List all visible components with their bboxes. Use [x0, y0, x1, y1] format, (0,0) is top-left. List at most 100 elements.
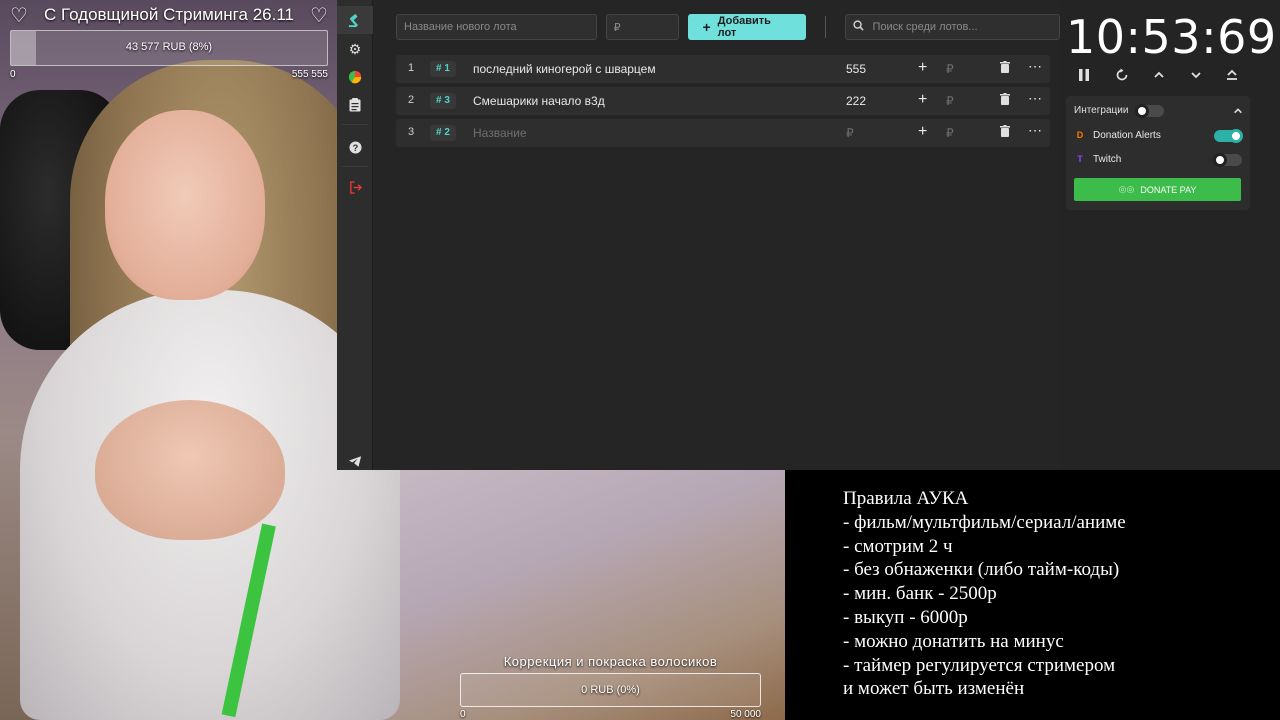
rules-title: Правила АУКА: [843, 488, 969, 509]
integrations-header: Интеграции: [1074, 105, 1129, 116]
trash-icon[interactable]: [1000, 125, 1010, 140]
goal-progress-label: 0 RUB (0%): [581, 684, 640, 696]
auction-app: ⚙ ? Название нового лота ₽ + Добавить ло…: [337, 0, 1060, 470]
rules-line: - можно донатить на минус: [843, 630, 1064, 652]
donate-pay-icon: ◎◎: [1118, 184, 1135, 194]
telegram-icon[interactable]: [337, 447, 373, 475]
svg-text:?: ?: [352, 142, 358, 152]
integrations-panel: Интеграции D Donation Alerts T Twitch ◎◎ …: [1066, 96, 1250, 210]
lot-name[interactable]: последний киногерой с шварцем: [473, 62, 656, 76]
double-chevron-up-icon[interactable]: [1226, 68, 1238, 87]
goal-min: 0: [10, 69, 16, 80]
integrations-toggle[interactable]: [1135, 104, 1164, 118]
lot-id-tag: # 1: [430, 61, 456, 77]
add-amount-input[interactable]: ₽: [946, 62, 954, 76]
hash-icon: #: [436, 95, 442, 106]
pause-icon[interactable]: [1078, 68, 1090, 87]
streamer-face: [105, 110, 265, 300]
more-options-icon[interactable]: ⋯: [1028, 90, 1043, 107]
integration-toggle[interactable]: [1213, 153, 1242, 167]
goal-progress-bar: 0 RUB (0%): [460, 673, 761, 707]
search-lots-input[interactable]: Поиск среди лотов...: [845, 14, 1060, 40]
sidebar: ⚙ ?: [337, 0, 373, 470]
goal-max: 50 000: [730, 709, 761, 720]
chevron-up-icon[interactable]: [1153, 68, 1165, 87]
lot-name[interactable]: Смешарики начало в3д: [473, 94, 605, 108]
integration-name: Donation Alerts: [1093, 129, 1161, 141]
integration-item: T Twitch: [1074, 153, 1121, 165]
more-options-icon[interactable]: ⋯: [1028, 122, 1043, 139]
lot-id: 1: [444, 63, 450, 74]
lot-name[interactable]: Название: [473, 126, 527, 140]
sidebar-divider: [342, 124, 368, 125]
twitch-icon: T: [1077, 154, 1083, 164]
goal-title: С Годовщиной Стриминга 26.11: [44, 5, 294, 24]
goal-max: 555 555: [291, 69, 328, 80]
lot-toolbar: Название нового лота ₽ + Добавить лот По…: [396, 14, 1060, 40]
gavel-icon[interactable]: [337, 6, 373, 34]
hash-icon: #: [436, 127, 442, 138]
donation-alerts-icon: D: [1076, 130, 1084, 140]
plus-icon[interactable]: +: [918, 59, 927, 77]
lot-list: 1 # 1 последний киногерой с шварцем 555 …: [396, 55, 1050, 151]
lot-amount[interactable]: 555: [846, 62, 866, 76]
lot-row[interactable]: 2 # 3 Смешарики начало в3д 222 + ₽ ⋯: [396, 87, 1050, 115]
clipboard-icon[interactable]: [337, 91, 373, 119]
integration-toggle[interactable]: [1214, 129, 1243, 143]
integration-name: Twitch: [1093, 153, 1122, 165]
goal-widget-bottom: Коррекция и покраска волосиков 0 RUB (0%…: [460, 654, 761, 720]
goal-title: Коррекция и покраска волосиков: [503, 654, 718, 669]
goal-widget-top: ♡ С Годовщиной Стриминга 26.11 ♡ 43 577 …: [10, 4, 328, 80]
goal-progress-bar: 43 577 RUB (8%): [10, 30, 328, 66]
add-lot-button[interactable]: + Добавить лот: [688, 14, 807, 40]
plus-icon[interactable]: +: [918, 91, 927, 109]
chevron-down-icon[interactable]: [1190, 68, 1202, 87]
rules-line: - смотрим 2 ч: [843, 535, 953, 557]
timer-controls: [1078, 68, 1238, 87]
trash-icon[interactable]: [1000, 61, 1010, 76]
donate-pay-label: DONATE PAY: [1140, 184, 1197, 195]
lot-id: 2: [444, 127, 450, 138]
search-icon: [853, 20, 865, 34]
rules-line: и может быть изменён: [843, 678, 1025, 700]
lot-index: 2: [408, 94, 415, 106]
donate-pay-button[interactable]: ◎◎ DONATE PAY: [1074, 178, 1241, 201]
lot-row[interactable]: 3 # 2 Название ₽ + ₽ ⋯: [396, 119, 1050, 147]
lot-amount[interactable]: 222: [846, 94, 866, 108]
add-lot-label: Добавить лот: [717, 15, 771, 39]
new-lot-amount-input[interactable]: ₽: [605, 14, 680, 40]
integration-item: D Donation Alerts: [1074, 129, 1161, 141]
control-panel: 10:53:69 Интеграции D Donation Alerts T T…: [1060, 0, 1280, 470]
chevron-up-icon[interactable]: [1233, 103, 1243, 121]
trash-icon[interactable]: [1000, 93, 1010, 108]
add-amount-input[interactable]: ₽: [946, 126, 954, 140]
lot-amount[interactable]: ₽: [846, 126, 854, 140]
rules-line: - без обнаженки (либо тайм-коды): [843, 559, 1120, 581]
gear-icon[interactable]: ⚙: [337, 35, 373, 63]
more-options-icon[interactable]: ⋯: [1028, 58, 1043, 75]
rules-line: - таймер регулируется стримером: [843, 654, 1116, 676]
logout-icon[interactable]: [337, 173, 373, 201]
new-lot-name-input[interactable]: Название нового лота: [396, 14, 597, 40]
search-placeholder: Поиск среди лотов...: [872, 21, 978, 33]
pie-chart-icon[interactable]: [337, 63, 373, 91]
rules-line: - выкуп - 6000р: [843, 606, 968, 628]
lot-index: 1: [408, 62, 415, 74]
plus-icon[interactable]: +: [918, 123, 927, 141]
heart-icon: ♡: [10, 4, 28, 27]
help-icon[interactable]: ?: [337, 133, 373, 161]
add-amount-input[interactable]: ₽: [946, 94, 954, 108]
rules-line: - фильм/мультфильм/сериал/аниме: [843, 511, 1126, 533]
lot-id-tag: # 2: [430, 125, 456, 141]
streamer-chest: [95, 400, 285, 540]
hash-icon: #: [436, 63, 442, 74]
sidebar-divider: [342, 166, 368, 167]
lot-row[interactable]: 1 # 1 последний киногерой с шварцем 555 …: [396, 55, 1050, 83]
lot-id: 3: [444, 95, 450, 106]
heart-icon: ♡: [310, 4, 328, 27]
auction-rules: Правила АУКА - фильм/мультфильм/сериал/ан…: [785, 470, 1280, 720]
toolbar-divider: [825, 16, 827, 38]
goal-progress-label: 43 577 RUB (8%): [125, 41, 213, 53]
reset-icon[interactable]: [1115, 68, 1129, 87]
plus-icon: +: [702, 19, 711, 35]
